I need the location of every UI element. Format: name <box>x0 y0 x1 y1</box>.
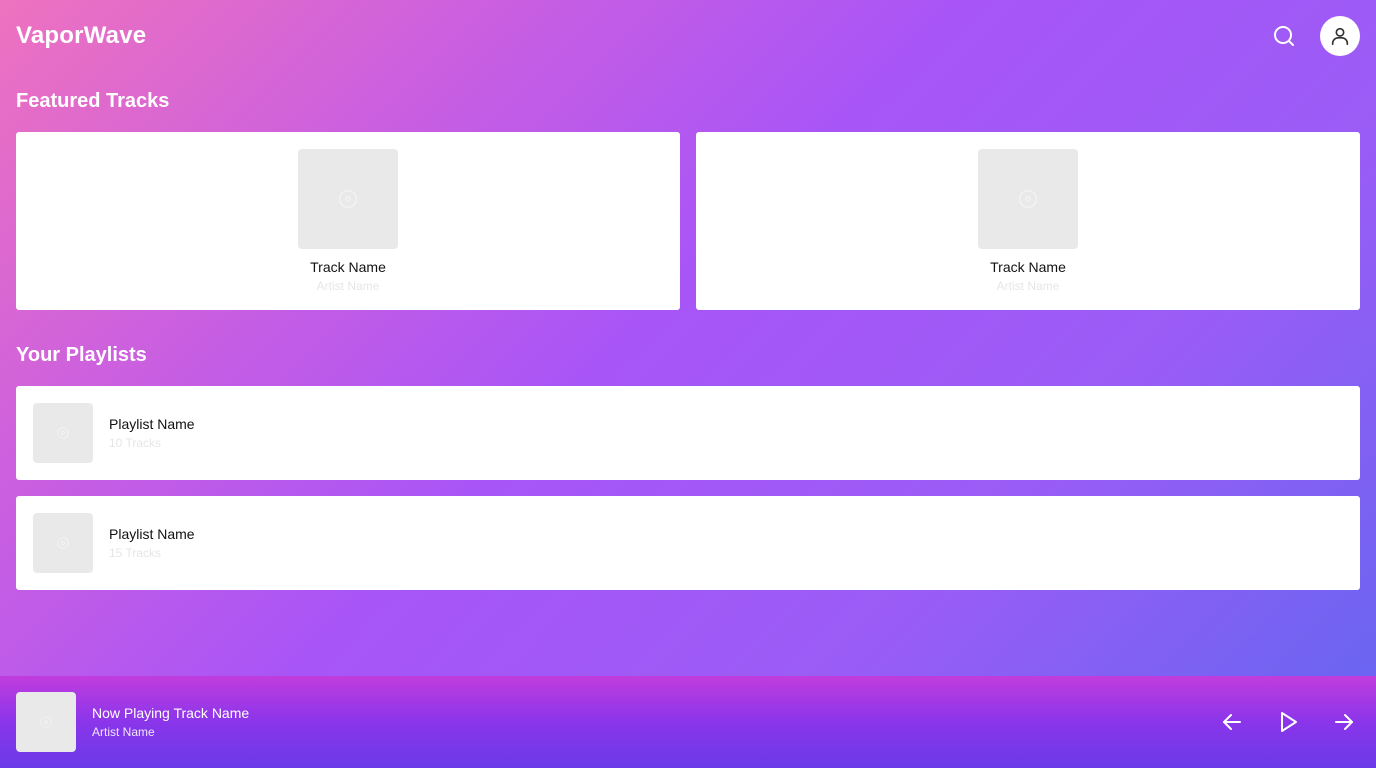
now-playing-cover <box>16 692 76 752</box>
now-playing-track: Now Playing Track Name <box>92 705 250 721</box>
track-artist: Artist Name <box>996 279 1060 293</box>
disc-icon <box>57 427 69 439</box>
track-artist: Artist Name <box>316 279 380 293</box>
track-card[interactable]: Track Name Artist Name <box>696 132 1360 310</box>
play-button[interactable] <box>1272 706 1304 738</box>
disc-icon <box>1019 190 1037 208</box>
playlist-item[interactable]: Playlist Name 10 Tracks <box>16 386 1360 480</box>
user-icon <box>1331 27 1349 46</box>
track-card[interactable]: Track Name Artist Name <box>16 132 680 310</box>
disc-icon <box>339 190 357 208</box>
playlists-heading: Your Playlists <box>16 344 147 366</box>
playlist-track-count: 10 Tracks <box>109 436 162 450</box>
playlist-item[interactable]: Playlist Name 15 Tracks <box>16 496 1360 590</box>
track-name: Track Name <box>990 259 1066 275</box>
playlist-name: Playlist Name <box>109 416 195 432</box>
next-button[interactable] <box>1328 706 1360 738</box>
featured-tracks-grid: Track Name Artist Name Track Name Artist… <box>16 132 1360 310</box>
track-cover <box>298 149 398 249</box>
next-icon <box>1335 714 1353 730</box>
disc-icon <box>40 716 52 728</box>
now-playing-bar: Now Playing Track Name Artist Name <box>0 676 1376 768</box>
header-actions <box>1264 16 1360 56</box>
playlist-text: Playlist Name 10 Tracks <box>109 416 195 450</box>
playlist-name: Playlist Name <box>109 526 195 542</box>
app-logo[interactable]: VaporWave <box>16 22 146 50</box>
playlist-cover <box>33 513 93 573</box>
disc-icon <box>57 537 69 549</box>
previous-icon <box>1223 714 1241 730</box>
player-controls <box>1216 706 1360 738</box>
playlist-list: Playlist Name 10 Tracks Playlist Name 15… <box>16 386 1360 590</box>
track-name: Track Name <box>310 259 386 275</box>
playlist-text: Playlist Name 15 Tracks <box>109 526 195 560</box>
track-cover <box>978 149 1078 249</box>
search-icon <box>1274 26 1294 46</box>
playlist-cover <box>33 403 93 463</box>
search-button[interactable] <box>1264 16 1304 56</box>
now-playing-info: Now Playing Track Name Artist Name <box>92 705 249 739</box>
profile-button[interactable] <box>1320 16 1360 56</box>
play-icon <box>1281 712 1297 732</box>
app-header: VaporWave <box>16 16 1360 56</box>
previous-button[interactable] <box>1216 706 1248 738</box>
featured-tracks-heading: Featured Tracks <box>16 90 170 112</box>
playlist-track-count: 15 Tracks <box>109 546 162 560</box>
now-playing-artist: Artist Name <box>92 725 155 739</box>
